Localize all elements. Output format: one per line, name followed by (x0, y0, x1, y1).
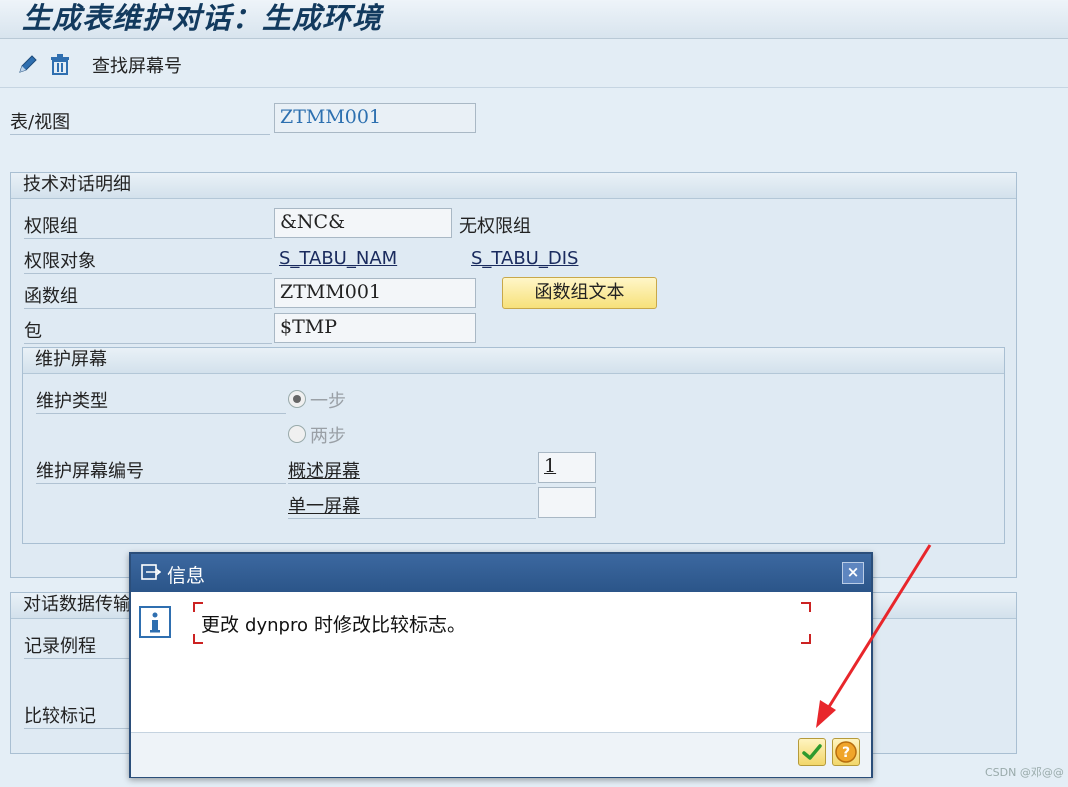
one-step-label: 一步 (310, 391, 346, 412)
maint-screen-title: 维护屏幕 (23, 348, 1004, 374)
window-title: 生成表维护对话：生成环境 (22, 1, 383, 35)
dialog-title-bar: 信息 × (131, 554, 871, 592)
radio-two-step[interactable] (288, 425, 306, 443)
dialog-window-icon (141, 564, 161, 580)
confirm-button[interactable] (798, 738, 826, 766)
overview-screen-link[interactable]: 概述屏幕 (288, 461, 360, 482)
overview-screen-label: 概述屏幕 (288, 457, 536, 484)
table-view-label: 表/视图 (10, 108, 270, 135)
title-bar: 生成表维护对话：生成环境 (0, 0, 1068, 39)
function-group-field[interactable]: ZTMM001 (274, 278, 476, 308)
dialog-footer (131, 732, 871, 777)
function-group-label: 函数组 (24, 282, 272, 309)
checkmark-icon (802, 744, 822, 760)
single-screen-label: 单一屏幕 (288, 492, 536, 519)
function-group-text-button[interactable]: 函数组文本 (502, 277, 657, 309)
radio-one-step[interactable] (288, 390, 306, 408)
info-dialog: 信息 × 更改 dynpro 时修改比较标志。 ? (129, 552, 873, 778)
help-button[interactable]: ? (832, 738, 860, 766)
auth-group-text: 无权限组 (459, 216, 531, 237)
find-screen-button[interactable]: 查找屏幕号 (92, 52, 182, 78)
dialog-message-part-c: 时修改比较标志。 (307, 614, 467, 636)
annotation-arrow (816, 544, 932, 728)
auth-group-field[interactable]: &NC& (274, 208, 452, 238)
info-icon (139, 606, 171, 638)
single-screen-field[interactable] (538, 487, 596, 518)
overview-screen-field[interactable]: 1 (538, 452, 596, 483)
pencil-icon[interactable] (16, 52, 40, 76)
dialog-message: 更改 dynpro 时修改比较标志。 (201, 610, 466, 637)
package-field[interactable]: $TMP (274, 313, 476, 343)
single-screen-link[interactable]: 单一屏幕 (288, 496, 360, 517)
maint-type-label: 维护类型 (36, 387, 286, 414)
watermark: CSDN @邓@@ (985, 766, 1064, 779)
auth-object-label: 权限对象 (24, 247, 272, 274)
help-icon: ? (835, 741, 857, 763)
svg-text:?: ? (842, 745, 850, 761)
auth-group-label: 权限组 (24, 212, 272, 239)
screen-no-label: 维护屏幕编号 (36, 457, 286, 484)
tech-details-title: 技术对话明细 (11, 173, 1016, 199)
two-step-label: 两步 (310, 426, 346, 447)
auth-object-link-1[interactable]: S_TABU_NAM (279, 248, 397, 269)
compare-flag-label: 比较标记 (24, 702, 134, 729)
trash-icon[interactable] (48, 52, 72, 76)
auth-object-link-2[interactable]: S_TABU_DIS (471, 248, 578, 269)
table-view-field[interactable]: ZTMM001 (274, 103, 476, 133)
package-label: 包 (24, 317, 272, 344)
dialog-message-part-b: dynpro (245, 615, 308, 636)
dialog-title: 信息 (167, 565, 206, 587)
record-routine-label: 记录例程 (24, 632, 134, 659)
dialog-message-part-a: 更改 (201, 614, 246, 636)
